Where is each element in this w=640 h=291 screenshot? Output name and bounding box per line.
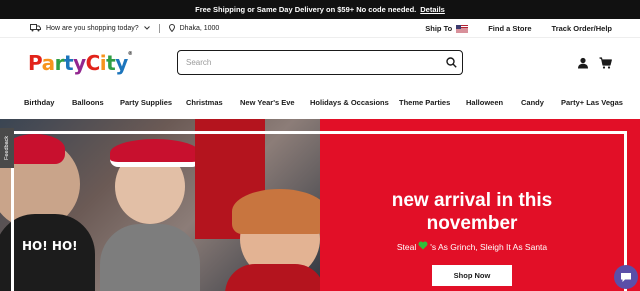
utility-links: Ship To Find a Store Track Order/Help [425, 19, 612, 38]
find-store-link[interactable]: Find a Store [488, 24, 531, 33]
nav-item-christmas[interactable]: Christmas [186, 92, 223, 113]
hero-title-line1: new arrival in this [391, 190, 553, 211]
truck-icon [30, 23, 41, 34]
nav-item-halloween[interactable]: Halloween [466, 92, 503, 113]
logo-letter: a [41, 51, 56, 75]
hero-subtitle-start: Steal [396, 241, 417, 252]
nav-item-party-supplies[interactable]: Party Supplies [120, 92, 172, 113]
logo-letter: t [106, 51, 116, 75]
nav-item-new-years-eve[interactable]: New Year's Eve [240, 92, 295, 113]
logo-letter: y [73, 51, 86, 75]
promo-details-link[interactable]: Details [420, 5, 445, 14]
delivery-question: How are you shopping today? [46, 25, 139, 32]
cart-icon[interactable] [599, 56, 612, 69]
main-nav: Birthday Balloons Party Supplies Christm… [0, 92, 640, 113]
logo-letter: r [54, 51, 65, 75]
search-input[interactable] [178, 51, 440, 74]
ship-to-label: Ship To [425, 23, 453, 33]
promo-text: Free Shipping or Same Day Delivery on $5… [195, 5, 417, 14]
account-icon[interactable] [577, 56, 589, 69]
heart-icon [418, 241, 428, 252]
nav-item-balloons[interactable]: Balloons [72, 92, 104, 113]
nav-item-theme-parties[interactable]: Theme Parties [399, 92, 450, 113]
us-flag-icon [456, 25, 469, 33]
chat-icon[interactable] [614, 265, 638, 289]
divider [158, 24, 160, 33]
nav-item-birthday[interactable]: Birthday [24, 92, 54, 113]
hero-title: new arrival in this november [357, 189, 587, 235]
logo-letter: y [115, 51, 128, 75]
location-text[interactable]: Dhaka, 1000 [180, 25, 220, 32]
search-bar [177, 50, 463, 75]
logo-letter: C [85, 51, 101, 75]
search-icon[interactable] [440, 52, 462, 74]
track-order-link[interactable]: Track Order/Help [552, 24, 612, 33]
hero-banner[interactable]: HO! HO! new arrival in this november Ste… [0, 119, 640, 291]
nav-item-holidays-occasions[interactable]: Holidays & Occasions [310, 92, 389, 113]
logo-word-city: City [85, 51, 129, 75]
trademark-mark: ® [127, 51, 133, 57]
location-pin-icon [168, 23, 175, 34]
party-city-logo[interactable]: PartyCity® [28, 51, 133, 75]
nav-item-party-las-vegas[interactable]: Party+ Las Vegas [561, 92, 623, 113]
hero-subtitle: Steal 's As Grinch, Sleigh It As Santa [357, 241, 587, 252]
feedback-tab[interactable]: Feedback [0, 128, 14, 168]
hero-title-line2: november [426, 213, 518, 234]
hero-subtitle-end: 's As Grinch, Sleigh It As Santa [430, 241, 548, 252]
logo-letter: P [28, 51, 42, 75]
shop-now-button[interactable]: Shop Now [432, 265, 512, 286]
ship-to-link[interactable]: Ship To [425, 23, 469, 33]
nav-item-candy[interactable]: Candy [521, 92, 544, 113]
utility-bar: How are you shopping today? Dhaka, 1000 … [0, 19, 640, 38]
logo-letter: t [64, 51, 74, 75]
logo-word-party: Party [28, 51, 86, 75]
delivery-selector[interactable]: How are you shopping today? Dhaka, 1000 [30, 19, 219, 38]
promo-banner: Free Shipping or Same Day Delivery on $5… [0, 0, 640, 19]
chevron-down-icon [143, 25, 150, 32]
site-header: PartyCity® [0, 38, 640, 88]
